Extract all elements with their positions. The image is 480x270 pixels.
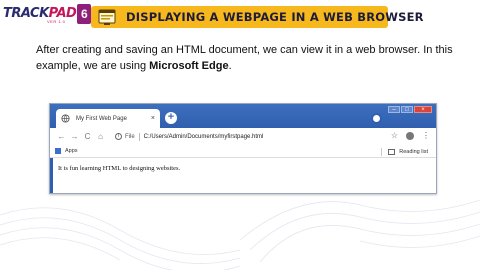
address-scheme-label: File [125,133,135,140]
banner-title: DISPLAYING A WEBPAGE IN A WEB BROWSER [126,10,424,24]
logo-badge: 6 [77,4,92,24]
tab-close-icon[interactable]: × [151,115,155,122]
reading-list-label: Reading list [399,149,428,155]
forward-button[interactable]: → [68,132,81,141]
page-content-text: It is fun learning HTML to designing web… [58,165,181,172]
bookmarks-divider [381,148,383,156]
page-content-area: It is fun learning HTML to designing web… [50,158,436,193]
menu-kebab-icon[interactable]: ⋮ [422,132,430,140]
heading-banner: DISPLAYING A WEBPAGE IN A WEB BROWSER [91,6,424,28]
toolbar-actions: ☆ ⋮ [391,132,430,140]
window-controls: – □ × [388,106,432,113]
new-tab-button[interactable]: + [165,112,177,124]
address-divider [138,132,140,141]
tab-my-first-web-page[interactable]: My First Web Page × [56,109,160,128]
browser-window: My First Web Page × + – □ × ← → C ⌂ i Fi… [49,103,437,194]
minimize-button[interactable]: – [388,106,400,113]
bookmark-star-icon[interactable]: ☆ [391,132,398,140]
tab-bar: My First Web Page × + – □ × [50,104,436,128]
apps-grid-icon [55,148,61,154]
intro-paragraph: After creating and saving an HTML docume… [36,44,453,72]
close-window-button[interactable]: × [414,106,432,113]
back-button[interactable]: ← [55,132,68,141]
maximize-button[interactable]: □ [401,106,413,113]
info-icon[interactable]: i [115,133,122,140]
address-bar[interactable]: i File C:/Users/Admin/Documents/myfirstp… [115,130,375,143]
microsoft-edge-emphasis: Microsoft Edge [149,60,229,72]
globe-icon [61,114,70,123]
account-avatar-icon[interactable] [406,132,414,140]
tab-title: My First Web Page [76,115,127,122]
logo-subtext: VER 1.0 [47,19,66,24]
reload-button[interactable]: C [81,132,94,141]
browser-window-icon [98,9,116,25]
reading-list-button[interactable]: Reading list [381,148,428,156]
browser-toolbar: ← → C ⌂ i File C:/Users/Admin/Documents/… [50,128,436,145]
reading-list-icon [388,149,396,155]
profile-circle-icon[interactable] [371,113,382,124]
apps-bookmark[interactable]: Apps [65,148,78,154]
trackpad-logo: TRACKPAD VER 1.0 6 [3,4,92,24]
home-button[interactable]: ⌂ [94,132,107,141]
address-url[interactable]: C:/Users/Admin/Documents/myfirstpage.htm… [144,134,264,140]
bookmarks-bar: Apps Reading list [50,145,436,158]
